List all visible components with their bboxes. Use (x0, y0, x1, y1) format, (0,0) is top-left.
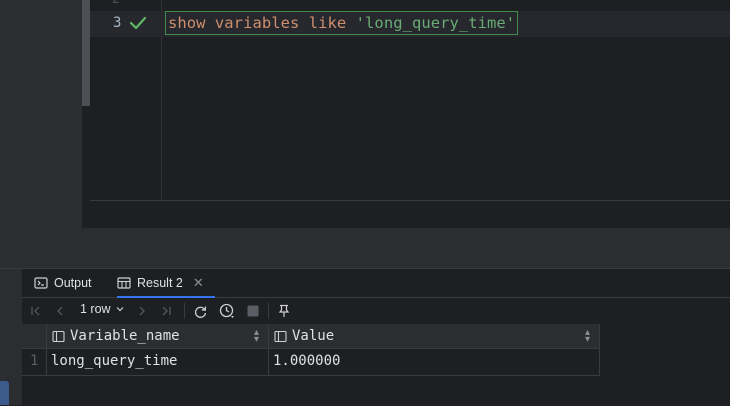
keyword-show: show (168, 14, 206, 32)
tab-result-label: Result 2 (137, 276, 183, 290)
sort-icon[interactable]: ▴ ▾ (585, 328, 590, 345)
editor-bottom-border (90, 200, 730, 201)
row-count-selector[interactable]: 1 row (80, 302, 125, 316)
row-count-label: 1 row (80, 302, 111, 316)
grid-header: Variable_name ▴ ▾ Value ▴ ▾ (22, 324, 600, 349)
column-icon (52, 330, 65, 342)
sql-statement[interactable]: show variables like 'long_query_time' (165, 11, 519, 35)
history-clock-icon[interactable] (219, 303, 235, 319)
console-icon (34, 277, 48, 289)
sort-icon[interactable]: ▴ ▾ (254, 328, 259, 345)
keyword-variables: variables (214, 14, 300, 32)
cell-variable-name[interactable]: long_query_time (51, 353, 177, 369)
results-grid: Variable_name ▴ ▾ Value ▴ ▾ 1 long_query_t… (22, 324, 600, 376)
status-indicator[interactable] (0, 381, 9, 405)
results-tabbar: Output Result 2 ✕ (22, 269, 730, 298)
column-header-label: Variable_name (70, 328, 180, 344)
string-literal: 'long_query_time' (355, 14, 516, 32)
keyword-like: like (308, 14, 347, 32)
refresh-icon[interactable] (192, 303, 208, 319)
line-number-prev: 2 (112, 0, 120, 7)
column-header-variable-name[interactable]: Variable_name (52, 324, 180, 348)
toolbar-divider (268, 303, 269, 319)
toolbar-divider (184, 303, 185, 319)
tab-result-2[interactable]: Result 2 ✕ (117, 269, 204, 297)
first-page-icon[interactable] (28, 303, 44, 319)
column-icon (274, 330, 287, 342)
left-panel-scrollbar[interactable] (82, 0, 90, 106)
pin-icon[interactable] (276, 303, 292, 319)
table-icon (117, 277, 131, 289)
panel-gap (0, 228, 730, 268)
next-page-icon[interactable] (134, 303, 150, 319)
checkmark-icon (129, 16, 147, 30)
column-header-label: Value (292, 328, 335, 344)
line-number: 3 (113, 15, 122, 31)
results-toolbar: 1 row (22, 298, 730, 324)
previous-page-icon[interactable] (52, 303, 68, 319)
table-row[interactable]: 1 long_query_time 1.000000 (22, 349, 600, 376)
close-icon[interactable]: ✕ (193, 275, 204, 291)
stop-icon[interactable] (245, 303, 261, 319)
row-number: 1 (30, 353, 39, 369)
column-header-value[interactable]: Value (274, 324, 334, 348)
cell-value[interactable]: 1.000000 (273, 353, 340, 369)
tab-output-label: Output (54, 276, 92, 290)
left-tool-panel (0, 0, 82, 228)
tab-output[interactable]: Output (34, 269, 92, 297)
chevron-down-icon (116, 307, 124, 312)
last-page-icon[interactable] (158, 303, 174, 319)
